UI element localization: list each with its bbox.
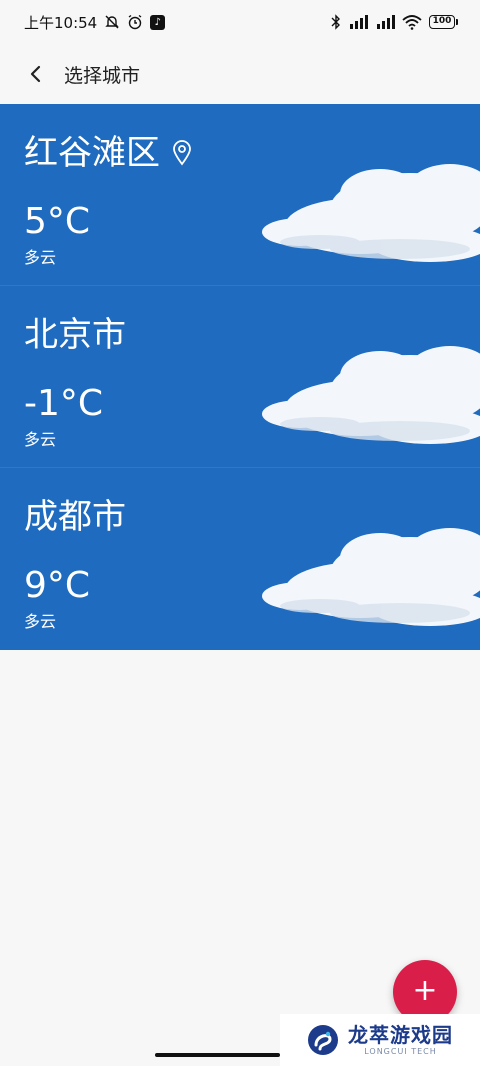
signal-icon [348,14,368,30]
status-right: 100 [331,14,458,30]
watermark: 龙萃游戏园 LONGCUI TECH [280,1014,480,1066]
city-temperature: 9°C [24,565,91,606]
watermark-logo-icon [308,1025,338,1055]
city-list: 红谷滩区 5°C 多云 北京市 -1°C 多云 成都市 9°C 多云 [0,104,480,650]
watermark-subtitle: LONGCUI TECH [364,1047,437,1056]
city-temperature: -1°C [24,383,104,424]
city-condition: 多云 [24,430,57,449]
mute-notification-icon [104,14,120,30]
city-card[interactable]: 红谷滩区 5°C 多云 [0,104,480,286]
alarm-icon [127,14,143,30]
status-time: 上午10:54 [24,13,98,32]
tiktok-icon: ♪ [150,14,166,30]
city-temperature: 5°C [24,201,91,242]
city-name: 红谷滩区 [24,133,160,173]
home-indicator[interactable] [155,1053,280,1057]
battery-icon: 100 [429,15,458,29]
city-name: 北京市 [24,315,126,355]
city-condition: 多云 [24,248,57,267]
app-header: 选择城市 [0,44,480,104]
city-name-row: 成都市 [24,496,126,538]
chevron-left-icon [30,65,41,83]
page-title: 选择城市 [64,64,141,87]
city-card[interactable]: 北京市 -1°C 多云 [0,286,480,468]
city-name-row: 红谷滩区 [24,132,192,174]
status-left: 上午10:54 ♪ [24,12,166,33]
cloud-image [262,528,480,626]
city-name: 成都市 [24,497,126,537]
cloud-image [262,346,480,444]
watermark-title: 龙萃游戏园 [348,1023,453,1047]
cloud-image [262,164,480,262]
battery-level: 100 [429,15,455,29]
city-condition: 多云 [24,612,57,631]
status-bar: 上午10:54 ♪ 100 [0,0,480,44]
city-card[interactable]: 成都市 9°C 多云 [0,468,480,650]
signal-icon-2 [375,14,395,30]
wifi-icon [402,14,422,30]
city-name-row: 北京市 [24,314,126,356]
back-button[interactable] [24,62,48,86]
bluetooth-icon [331,14,341,30]
plus-icon: + [412,973,438,1008]
watermark-text: 龙萃游戏园 LONGCUI TECH [348,1023,453,1057]
location-pin-icon [172,140,192,166]
